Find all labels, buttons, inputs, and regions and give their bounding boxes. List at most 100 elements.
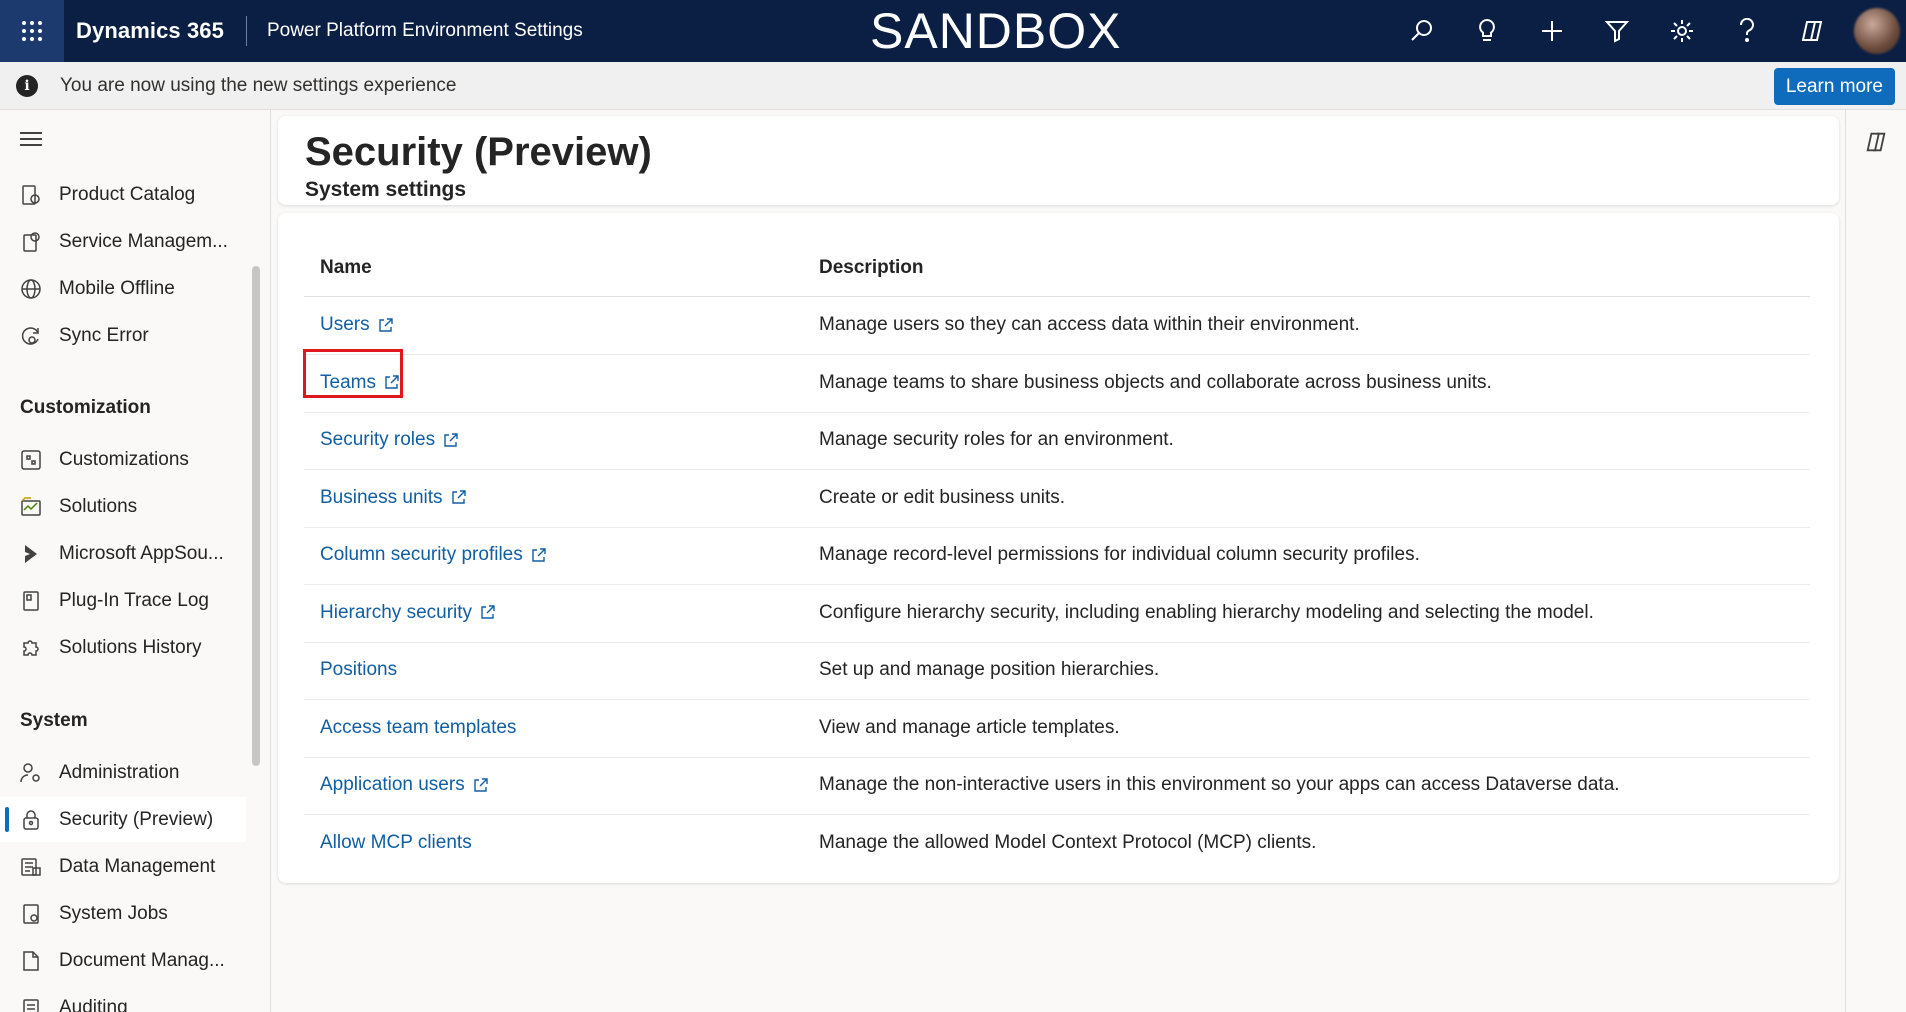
help-icon — [1739, 18, 1754, 42]
row-link-label[interactable]: Access team templates — [320, 717, 516, 739]
row-link[interactable]: Users — [320, 314, 393, 336]
row-description: Manage teams to share business objects a… — [819, 371, 1492, 393]
table-row: Hierarchy security Configure hierarchy se… — [304, 585, 1810, 643]
system-jobs-icon — [19, 902, 43, 926]
row-link-label[interactable]: Business units — [320, 487, 443, 509]
row-description: Create or edit business units. — [819, 486, 1066, 508]
row-link-label[interactable]: Column security profiles — [320, 544, 523, 566]
row-description: Manage record-level permissions for indi… — [819, 544, 1420, 565]
sidebar-item-customizations[interactable]: Customizations — [0, 437, 246, 482]
row-link[interactable]: Hierarchy security — [320, 602, 495, 624]
row-link[interactable]: Positions — [320, 659, 397, 681]
lock-icon — [19, 808, 43, 832]
appsource-icon — [19, 542, 43, 566]
row-link[interactable]: Column security profiles — [320, 544, 546, 566]
auditing-icon — [19, 996, 43, 1012]
row-link[interactable]: Security roles — [320, 429, 458, 451]
ideas-button[interactable] — [1454, 0, 1519, 62]
row-description: Manage the non-interactive users in this… — [819, 774, 1620, 795]
copilot-button[interactable] — [1779, 0, 1844, 62]
row-link[interactable]: Access team templates — [320, 717, 516, 739]
product-catalog-icon — [19, 183, 43, 207]
column-header-name: Name — [320, 257, 372, 278]
sidebar-item-data-management[interactable]: Data Management — [0, 844, 246, 889]
sidebar-item-plugin-trace-log[interactable]: Plug-In Trace Log — [0, 578, 246, 623]
sidebar-item-system-jobs[interactable]: System Jobs — [0, 891, 246, 936]
sidebar-item-mobile-offline[interactable]: Mobile Offline — [0, 266, 246, 311]
sync-error-icon — [19, 324, 43, 348]
row-description: Manage security roles for an environment… — [819, 429, 1174, 450]
page-title: Security (Preview) — [305, 130, 652, 174]
app-launcher-button[interactable] — [0, 0, 64, 62]
search-button[interactable] — [1389, 0, 1454, 62]
globe-icon — [19, 277, 43, 301]
right-rail — [1845, 110, 1906, 1012]
table-row: Access team templates View and manage art… — [304, 700, 1810, 758]
sidebar-item-solutions-history[interactable]: Solutions History — [0, 625, 246, 670]
hamburger-icon[interactable] — [20, 132, 42, 150]
document-management-icon — [19, 949, 43, 973]
row-link-label[interactable]: Users — [320, 314, 370, 336]
sidebar-item-security-preview[interactable]: Security (Preview) — [0, 797, 246, 842]
external-link-icon — [451, 490, 466, 505]
row-link-label[interactable]: Application users — [320, 774, 465, 796]
service-management-icon — [19, 230, 43, 254]
row-link[interactable]: Allow MCP clients — [320, 832, 472, 854]
sidebar-item-administration[interactable]: Administration — [0, 750, 246, 795]
external-link-icon — [473, 777, 488, 793]
administration-icon — [19, 761, 43, 785]
row-description: Manage users so they can access data wit… — [819, 314, 1360, 335]
row-description: Manage the allowed Model Context Protoco… — [819, 831, 1317, 853]
row-description: View and manage article templates. — [819, 716, 1120, 738]
top-icons — [1389, 0, 1906, 62]
copilot-icon — [1801, 21, 1822, 41]
row-link-label[interactable]: Hierarchy security — [320, 602, 472, 624]
area-name: Power Platform Environment Settings — [266, 20, 583, 41]
row-description: Set up and manage position hierarchies. — [819, 659, 1160, 680]
filter-button[interactable] — [1584, 0, 1649, 62]
search-icon — [1410, 20, 1432, 41]
lightbulb-icon — [1478, 18, 1495, 41]
table-header: Name Description — [304, 243, 1810, 297]
info-icon: i — [16, 74, 38, 97]
copilot-icon — [1866, 132, 1886, 152]
sidebar: Product Catalog Service Managem... Mobil… — [0, 110, 271, 1012]
top-bar: Dynamics 365 Power Platform Environment … — [0, 0, 1906, 62]
external-link-icon — [378, 317, 393, 333]
sidebar-item-sync-error[interactable]: Sync Error — [0, 313, 246, 358]
puzzle-icon — [19, 636, 43, 660]
table-row: Business units Create or edit business un… — [304, 470, 1810, 528]
row-link[interactable]: Business units — [320, 487, 466, 509]
sidebar-scrollbar[interactable] — [252, 266, 260, 766]
external-link-icon — [531, 547, 546, 563]
row-link-label[interactable]: Positions — [320, 659, 397, 681]
row-link-label[interactable]: Allow MCP clients — [320, 832, 472, 854]
filter-icon — [1604, 21, 1629, 43]
user-avatar[interactable] — [1854, 8, 1900, 54]
copilot-pane-button[interactable] — [1864, 130, 1888, 159]
learn-more-button[interactable]: Learn more — [1773, 68, 1895, 105]
table-row: Users Manage users so they can access dat… — [304, 297, 1810, 355]
app-name[interactable]: Dynamics 365 — [76, 18, 224, 44]
sidebar-item-document-management[interactable]: Document Manag... — [0, 938, 246, 983]
customizations-icon — [19, 448, 43, 472]
table-row: Application users Manage the non-interact… — [304, 757, 1810, 815]
sidebar-item-microsoft-appsource[interactable]: Microsoft AppSou... — [0, 531, 246, 576]
settings-table: Name Description Users Manage users so th… — [278, 213, 1839, 883]
sidebar-item-auditing[interactable]: Auditing — [0, 985, 246, 1012]
customization-group-header: Customization — [20, 397, 151, 418]
table-row: Positions Set up and manage position hier… — [304, 642, 1810, 700]
notification-bar: i You are now using the new settings exp… — [0, 62, 1906, 110]
help-button[interactable] — [1714, 0, 1779, 62]
sidebar-item-product-catalog[interactable]: Product Catalog — [0, 172, 246, 217]
row-link-label[interactable]: Security roles — [320, 429, 435, 451]
row-link[interactable]: Application users — [320, 774, 488, 796]
new-button[interactable] — [1519, 0, 1584, 62]
settings-button[interactable] — [1649, 0, 1714, 62]
header-divider — [245, 16, 247, 46]
sidebar-item-service-management[interactable]: Service Managem... — [0, 219, 246, 264]
environment-label: SANDBOX — [870, 3, 1122, 59]
notification-text: You are now using the new settings exper… — [60, 74, 457, 96]
sidebar-item-solutions[interactable]: Solutions — [0, 484, 246, 529]
table-row: Column security profiles Manage record-le… — [304, 527, 1810, 585]
